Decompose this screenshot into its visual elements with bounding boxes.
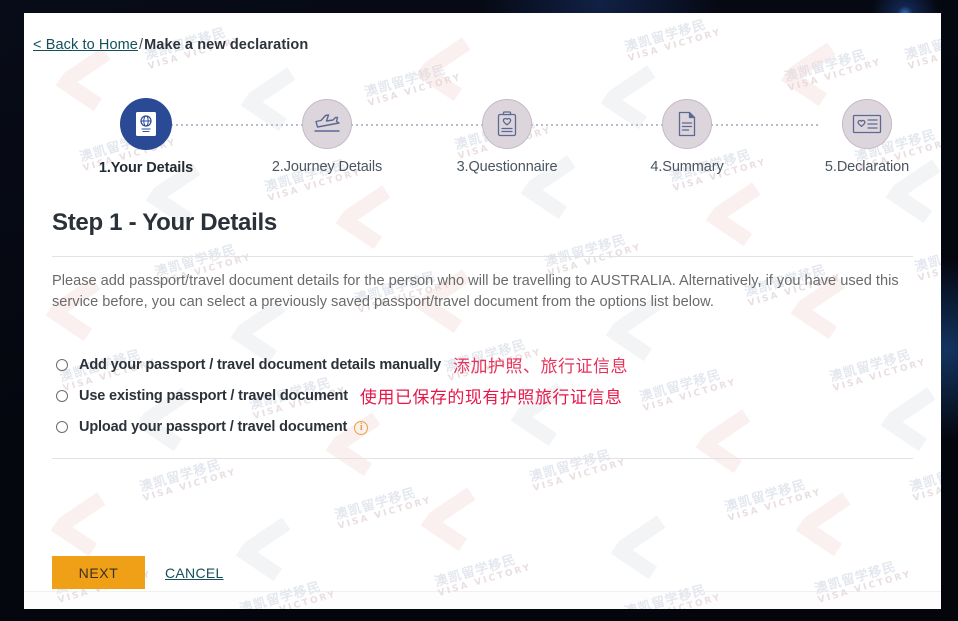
- document-icon: [676, 111, 698, 137]
- stepper-step-5-label: 5.Declaration: [824, 159, 910, 175]
- stepper-step-2[interactable]: 2.Journey Details: [237, 83, 417, 175]
- page-bottom-strip: [24, 591, 941, 609]
- progress-stepper: 1.Your Details 2.Journey Details 3.Quest…: [24, 83, 941, 183]
- stepper-step-3-circle: [482, 99, 532, 149]
- option-label-2: Use existing passport / travel document: [79, 387, 348, 404]
- divider-top: [52, 256, 913, 257]
- stepper-step-4[interactable]: 4.Summary: [597, 83, 777, 175]
- option-row-3[interactable]: Upload your passport / travel document i: [56, 411, 916, 442]
- option-row-2[interactable]: Use existing passport / travel document 使…: [56, 380, 916, 411]
- clipboard-icon: [496, 111, 518, 137]
- divider-bottom: [52, 458, 913, 459]
- radio-button-2[interactable]: [56, 389, 68, 402]
- passport-icon: [135, 111, 157, 137]
- option-row-1[interactable]: Add your passport / travel document deta…: [56, 349, 916, 380]
- declaration-form-card: < Back to Home/Make a new declaration 1.…: [24, 13, 941, 591]
- option-label-1: Add your passport / travel document deta…: [79, 356, 442, 373]
- stepper-step-3-label: 3.Questionnaire: [456, 159, 558, 175]
- airplane-icon: [312, 112, 342, 136]
- breadcrumb-current: Make a new declaration: [144, 37, 309, 53]
- passport-option-group: Add your passport / travel document deta…: [56, 349, 916, 442]
- intro-paragraph: Please add passport/travel document deta…: [52, 273, 899, 310]
- stepper-step-5[interactable]: 5.Declaration: [777, 83, 941, 175]
- option-label-3: Upload your passport / travel document: [79, 418, 348, 435]
- stepper-step-5-circle: [842, 99, 892, 149]
- info-icon[interactable]: i: [354, 420, 369, 435]
- stepper-step-2-label: 2.Journey Details: [271, 159, 383, 175]
- stepper-step-1-label: 1.Your Details: [98, 160, 194, 176]
- annotation-text-1: 添加护照、旅行证信息: [453, 357, 629, 377]
- stepper-step-4-label: 4.Summary: [650, 159, 724, 175]
- browser-page: 澳凯留学移民 VISA VICTORY 澳凯留学移民 VISA VICTORY 澳凯留学…: [24, 13, 941, 609]
- declaration-card-icon: [852, 113, 882, 135]
- radio-button-3[interactable]: [56, 420, 68, 433]
- stepper-step-3[interactable]: 3.Questionnaire: [417, 83, 597, 175]
- stepper-step-1[interactable]: 1.Your Details: [56, 83, 236, 176]
- page-title: Step 1 - Your Details: [52, 209, 277, 236]
- desktop-backdrop: 澳凯留学移民 VISA VICTORY 澳凯留学移民 VISA VICTORY 澳凯留学…: [0, 0, 958, 621]
- back-to-home-link[interactable]: < Back to Home: [33, 37, 138, 53]
- form-actions: NEXT CANCEL: [52, 556, 224, 589]
- radio-button-1[interactable]: [56, 358, 68, 371]
- stepper-step-2-circle: [302, 99, 352, 149]
- next-button[interactable]: NEXT: [52, 556, 145, 589]
- stepper-step-4-circle: [662, 99, 712, 149]
- breadcrumb: < Back to Home/Make a new declaration: [33, 37, 308, 53]
- annotation-text-2: 使用已保存的现有护照旅行证信息: [359, 388, 623, 408]
- stepper-step-1-circle: [120, 98, 172, 150]
- cancel-link[interactable]: CANCEL: [165, 565, 224, 581]
